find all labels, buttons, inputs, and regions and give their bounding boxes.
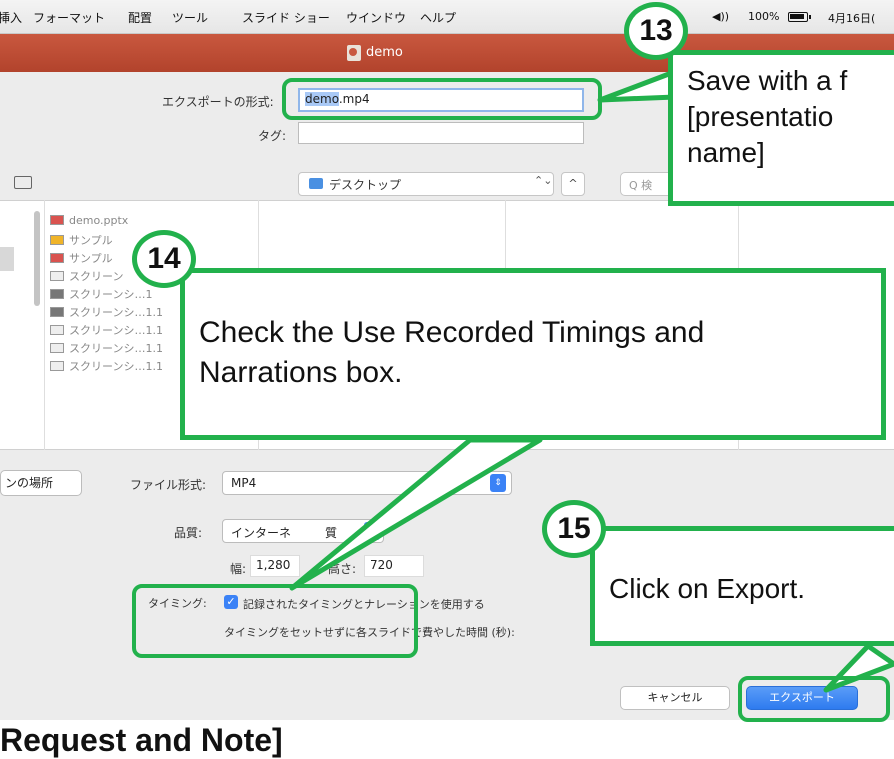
- file-list-item[interactable]: サンプル: [50, 250, 113, 266]
- quality-popup[interactable]: インターネ 質: [222, 519, 384, 543]
- quality-chevron-icon: ⇕: [364, 522, 380, 540]
- file-name: スクリーンシ…1.1: [69, 306, 163, 319]
- step13-badge: 13: [624, 2, 688, 60]
- menu-tools[interactable]: ツール: [172, 9, 208, 26]
- file-list-item[interactable]: demo.pptx: [50, 214, 128, 227]
- new-folder-icon[interactable]: [14, 176, 32, 189]
- file-name: スクリーンシ…1: [69, 288, 153, 301]
- export-as-label: エクスポートの形式:: [162, 95, 274, 109]
- step14-callout: Check the Use Recorded Timings and Narra…: [180, 268, 886, 440]
- file-name: スクリーンシ…1.1: [69, 342, 163, 355]
- file-list-item[interactable]: サンプル: [50, 232, 113, 248]
- location-label: デスクトップ: [329, 178, 402, 192]
- menu-bar: 挿入 フォーマット 配置 ツール スライド ショー ウインドウ ヘルプ ◀)) …: [0, 0, 894, 34]
- menu-insert[interactable]: 挿入: [0, 9, 22, 26]
- height-field[interactable]: 720: [364, 555, 424, 577]
- file-list-item[interactable]: スクリーンシ…1.1: [50, 322, 163, 338]
- file-icon: [50, 235, 64, 245]
- width-label: 幅:: [230, 562, 247, 576]
- file-format-popup[interactable]: MP4: [222, 471, 512, 495]
- width-field[interactable]: 1,280: [250, 555, 300, 577]
- file-icon: [50, 343, 64, 353]
- file-icon: [50, 289, 64, 299]
- file-list-item[interactable]: スクリーンシ…1.1: [50, 304, 163, 320]
- height-label: 高さ:: [328, 562, 357, 576]
- tags-label: タグ:: [258, 129, 287, 143]
- collapse-button[interactable]: ^: [561, 172, 585, 196]
- file-list-item[interactable]: スクリーン: [50, 268, 123, 284]
- step13-line2: [presentatio: [687, 101, 834, 132]
- file-name: スクリーンシ…1.1: [69, 324, 163, 337]
- step15-text: Click on Export.: [609, 573, 806, 604]
- file-name: スクリーン: [69, 270, 124, 283]
- folder-icon: [309, 178, 323, 189]
- menubar-date[interactable]: 4月16日(: [828, 10, 875, 26]
- window-title: demo: [366, 45, 403, 60]
- file-name: サンプル: [69, 234, 113, 247]
- sidebar-selected-item[interactable]: [0, 247, 14, 271]
- menu-help[interactable]: ヘルプ: [420, 9, 456, 26]
- step15-callout: Click on Export.: [590, 526, 894, 646]
- file-icon: [50, 271, 64, 281]
- menu-arrange[interactable]: 配置: [128, 9, 152, 26]
- cancel-button[interactable]: キャンセル: [620, 686, 730, 710]
- file-icon: [50, 307, 64, 317]
- volume-icon[interactable]: ◀)): [712, 10, 729, 23]
- step13-callout: Save with a f [presentatio name]: [668, 50, 894, 206]
- file-list-item[interactable]: スクリーンシ…1.1: [50, 358, 163, 374]
- tags-field[interactable]: [298, 122, 584, 144]
- keynote-document-icon: [347, 45, 361, 61]
- file-name: スクリーンシ…1.1: [69, 360, 163, 373]
- page-heading: Request and Note]: [0, 722, 283, 758]
- file-format-label: ファイル形式:: [130, 478, 207, 492]
- battery-icon[interactable]: [788, 12, 811, 22]
- export-highlight: [738, 676, 890, 722]
- filename-highlight: [282, 78, 602, 120]
- location-button[interactable]: ンの場所: [0, 470, 82, 496]
- file-icon: [50, 253, 64, 263]
- file-list-item[interactable]: スクリーンシ…1: [50, 286, 152, 302]
- step13-line3: name]: [687, 137, 765, 168]
- menu-window[interactable]: ウインドウ: [346, 9, 406, 26]
- quality-label: 品質:: [174, 526, 203, 540]
- file-name: サンプル: [69, 252, 113, 265]
- quality-value-tail: 質: [325, 526, 338, 540]
- step13-line1: Save with a f: [687, 65, 848, 96]
- column-divider: [44, 200, 45, 450]
- step15-badge: 15: [542, 500, 606, 558]
- file-name: demo.pptx: [69, 214, 129, 227]
- battery-percent: 100%: [748, 10, 780, 23]
- step14-badge: 14: [132, 230, 196, 288]
- timing-highlight: [132, 584, 418, 658]
- step14-line1: Check the Use Recorded Timings and: [199, 316, 705, 349]
- menu-format[interactable]: フォーマット: [33, 9, 105, 26]
- file-icon: [50, 215, 64, 225]
- step14-line2: Narrations box.: [199, 356, 403, 389]
- file-icon: [50, 361, 64, 371]
- quality-value: インターネ: [231, 526, 292, 540]
- file-format-chevron-icon: ⇕: [490, 474, 506, 492]
- file-icon: [50, 325, 64, 335]
- menu-slideshow[interactable]: スライド ショー: [242, 9, 330, 26]
- sidebar-scrollbar[interactable]: [34, 211, 40, 306]
- file-list-item[interactable]: スクリーンシ…1.1: [50, 340, 163, 356]
- updown-chevron-icon: ⌃⌄: [534, 174, 553, 187]
